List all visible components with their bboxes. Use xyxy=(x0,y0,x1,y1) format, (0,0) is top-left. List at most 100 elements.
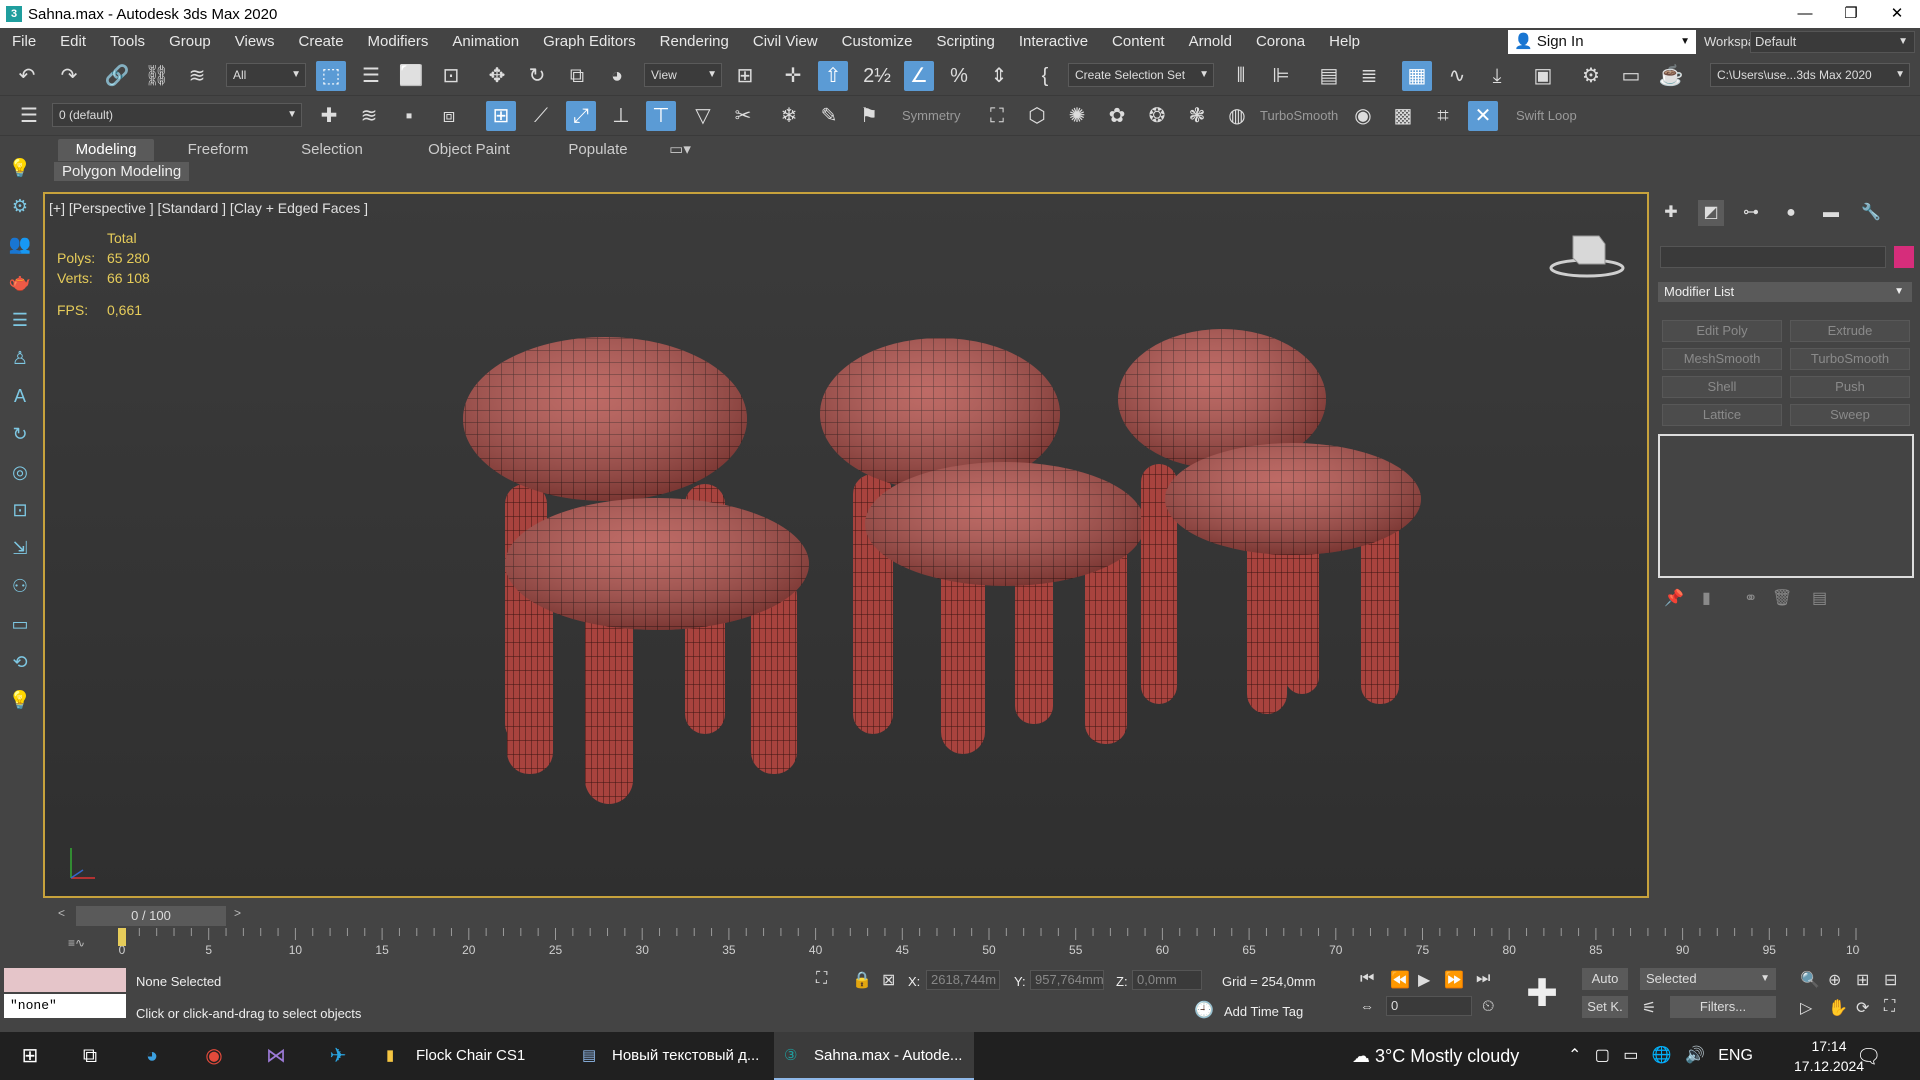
cut-icon[interactable]: ✂ xyxy=(728,101,758,131)
zoom-extents-all-icon[interactable]: ⊟ xyxy=(1884,970,1897,990)
modifier-list-dropdown[interactable]: Modifier List ▼ xyxy=(1658,282,1912,302)
taskbar-item-notepad[interactable]: ▤ Новый текстовый д... xyxy=(572,1032,770,1080)
zoom-icon[interactable]: 🔍 xyxy=(1800,970,1820,990)
spinner-snap-icon[interactable]: ⇕ xyxy=(984,61,1014,91)
filters-button[interactable]: Filters... xyxy=(1670,996,1776,1018)
menu-graph-editors[interactable]: Graph Editors xyxy=(531,28,648,56)
curve-editor-mini-icon[interactable]: ≡∿ xyxy=(68,936,85,950)
orbit-icon[interactable]: ⟲ xyxy=(6,648,34,676)
layer-select[interactable]: 0 (default) ▼ xyxy=(52,103,302,127)
window-crossing-icon[interactable]: ⊡ xyxy=(436,61,466,91)
sweep-button[interactable]: Sweep xyxy=(1790,404,1910,426)
maximize-viewport-icon[interactable]: ⛶ xyxy=(1884,998,1895,1016)
tab-selection[interactable]: Selection xyxy=(284,139,380,161)
redo-icon[interactable]: ↷ xyxy=(54,61,84,91)
edit-named-selection-icon[interactable]: { xyxy=(1030,61,1060,91)
modify-tab-icon[interactable]: ◩ xyxy=(1698,200,1724,226)
menu-content[interactable]: Content xyxy=(1100,28,1177,56)
quadify-icon[interactable]: ❂ xyxy=(1142,101,1172,131)
move-icon[interactable]: ✥ xyxy=(482,61,512,91)
next-frame-icon[interactable]: ⏩ xyxy=(1444,970,1464,990)
task-view-icon[interactable]: ⧉ xyxy=(72,1040,108,1072)
motion-tab-icon[interactable]: ● xyxy=(1778,200,1804,226)
menu-group[interactable]: Group xyxy=(157,28,223,56)
modifier-stack[interactable] xyxy=(1658,434,1914,578)
layer-explorer-icon[interactable]: ≣ xyxy=(1354,61,1384,91)
rendered-frame-window-icon[interactable]: ▭ xyxy=(1616,61,1646,91)
taskbar-item-3dsmax[interactable]: ③ Sahna.max - Autode... xyxy=(774,1032,974,1080)
volume-icon[interactable]: 🔊 xyxy=(1685,1047,1705,1064)
key-mode-icon[interactable]: ⇔ xyxy=(1360,998,1374,1014)
freeze-icon[interactable]: ❄ xyxy=(774,101,804,131)
chair-1[interactable] xyxy=(463,337,809,804)
edge-browser-icon[interactable]: ◕ xyxy=(134,1040,170,1072)
display-tab-icon[interactable]: ▬ xyxy=(1818,200,1844,226)
object-color-swatch[interactable] xyxy=(1894,246,1914,268)
show-end-result-icon[interactable]: ▮ xyxy=(1702,588,1711,608)
material-editor-icon[interactable]: ▣ xyxy=(1528,61,1558,91)
next-frame-arrow-icon[interactable]: > xyxy=(234,906,241,920)
extrude-button[interactable]: Extrude xyxy=(1790,320,1910,342)
rotate-icon[interactable]: ↻ xyxy=(522,61,552,91)
menu-animation[interactable]: Animation xyxy=(440,28,531,56)
globe-icon[interactable]: ◎ xyxy=(6,458,34,486)
isolate-selection-icon[interactable]: ⛶ xyxy=(816,970,827,988)
people-icon[interactable]: 👥 xyxy=(6,230,34,258)
maximize-button[interactable]: ❐ xyxy=(1828,0,1874,28)
meshsmooth-button[interactable]: MeshSmooth xyxy=(1662,348,1782,370)
settings-gear-icon[interactable]: ⚙ xyxy=(6,192,34,220)
swift-loop-label[interactable]: Swift Loop xyxy=(1516,108,1577,123)
maxscript-listener-input[interactable] xyxy=(4,968,126,992)
panel-icon[interactable]: ▭ xyxy=(6,610,34,638)
pan-view-icon[interactable]: ✋ xyxy=(1828,998,1848,1018)
push-button[interactable]: Push xyxy=(1790,376,1910,398)
current-frame-input[interactable]: 0 xyxy=(1386,996,1472,1016)
track-bar[interactable]: ≡∿ 0 5 10 15 20 25 30 35 40 45 50 55 60 65 70 75 80 85 90 9… xyxy=(48,928,1920,962)
y-coordinate-field[interactable]: 957,764mm xyxy=(1030,970,1104,990)
lock-selection-icon[interactable]: 🔒 xyxy=(852,970,872,990)
auto-key-button[interactable]: Auto xyxy=(1582,968,1628,990)
shell-icon[interactable]: ◉ xyxy=(1348,101,1378,131)
hierarchy-tab-icon[interactable]: ⊶ xyxy=(1738,200,1764,226)
notification-icon[interactable]: 🗨 xyxy=(1856,1044,1881,1069)
time-config-icon[interactable]: ⏲ xyxy=(1482,998,1494,1016)
edit-poly-mode-icon[interactable]: ⤢ xyxy=(566,101,596,131)
add-time-tag[interactable]: Add Time Tag xyxy=(1224,1004,1303,1019)
render-setup-icon[interactable]: ⚙ xyxy=(1576,61,1606,91)
list-icon[interactable]: ☰ xyxy=(6,306,34,334)
project-folder-select[interactable]: C:\Users\use...3ds Max 2020 ▼ xyxy=(1710,63,1910,87)
battery-icon[interactable]: ▭ xyxy=(1623,1047,1638,1064)
turbosmooth-button[interactable]: TurboSmooth xyxy=(1790,348,1910,370)
tab-modeling[interactable]: Modeling xyxy=(58,139,154,161)
menu-create[interactable]: Create xyxy=(287,28,356,56)
select-object-icon[interactable]: ⬚ xyxy=(316,61,346,91)
menu-edit[interactable]: Edit xyxy=(48,28,98,56)
set-key-icon[interactable]: ✚ xyxy=(1520,972,1564,1016)
optimize-icon[interactable]: ❃ xyxy=(1182,101,1212,131)
edit-poly-button[interactable]: Edit Poly xyxy=(1662,320,1782,342)
play-icon[interactable]: ▶ xyxy=(1418,970,1430,990)
chair-2[interactable] xyxy=(820,338,1145,754)
zoom-all-icon[interactable]: ⊕ xyxy=(1828,970,1841,990)
named-selection-set-select[interactable]: Create Selection Set ▼ xyxy=(1068,63,1214,87)
close-button[interactable]: ✕ xyxy=(1874,0,1920,28)
go-to-end-icon[interactable]: ⏭ xyxy=(1476,970,1490,988)
sign-in-dropdown[interactable]: 👤 Sign In ▼ xyxy=(1508,30,1696,54)
key-selection-select[interactable]: Selected ▼ xyxy=(1640,968,1776,990)
turbosmooth-icon[interactable]: ◍ xyxy=(1222,101,1252,131)
menu-views[interactable]: Views xyxy=(223,28,287,56)
bind-space-warp-icon[interactable]: ≋ xyxy=(182,61,212,91)
bend-icon[interactable]: ⟋ xyxy=(526,101,556,131)
unlink-icon[interactable]: ⛓ xyxy=(142,61,172,91)
z-coordinate-field[interactable]: 0,0mm xyxy=(1132,970,1202,990)
bulb-settings-icon[interactable]: 💡 xyxy=(6,686,34,714)
menu-civil-view[interactable]: Civil View xyxy=(741,28,830,56)
perspective-viewport[interactable]: [+] [Perspective ] [Standard ] [Clay + E… xyxy=(43,192,1649,898)
snaps-toggle-icon[interactable]: 2½ xyxy=(862,61,892,91)
mirror-icon[interactable]: ⫴ xyxy=(1226,61,1256,91)
set-key-button[interactable]: Set K. xyxy=(1582,996,1628,1018)
make-unique-icon[interactable]: ⚭ xyxy=(1744,588,1757,608)
weather-widget[interactable]: ☁ 3°C Mostly cloudy xyxy=(1352,1032,1519,1080)
figure-icon[interactable]: ♙ xyxy=(6,344,34,372)
slice-icon[interactable]: ⊥ xyxy=(606,101,636,131)
